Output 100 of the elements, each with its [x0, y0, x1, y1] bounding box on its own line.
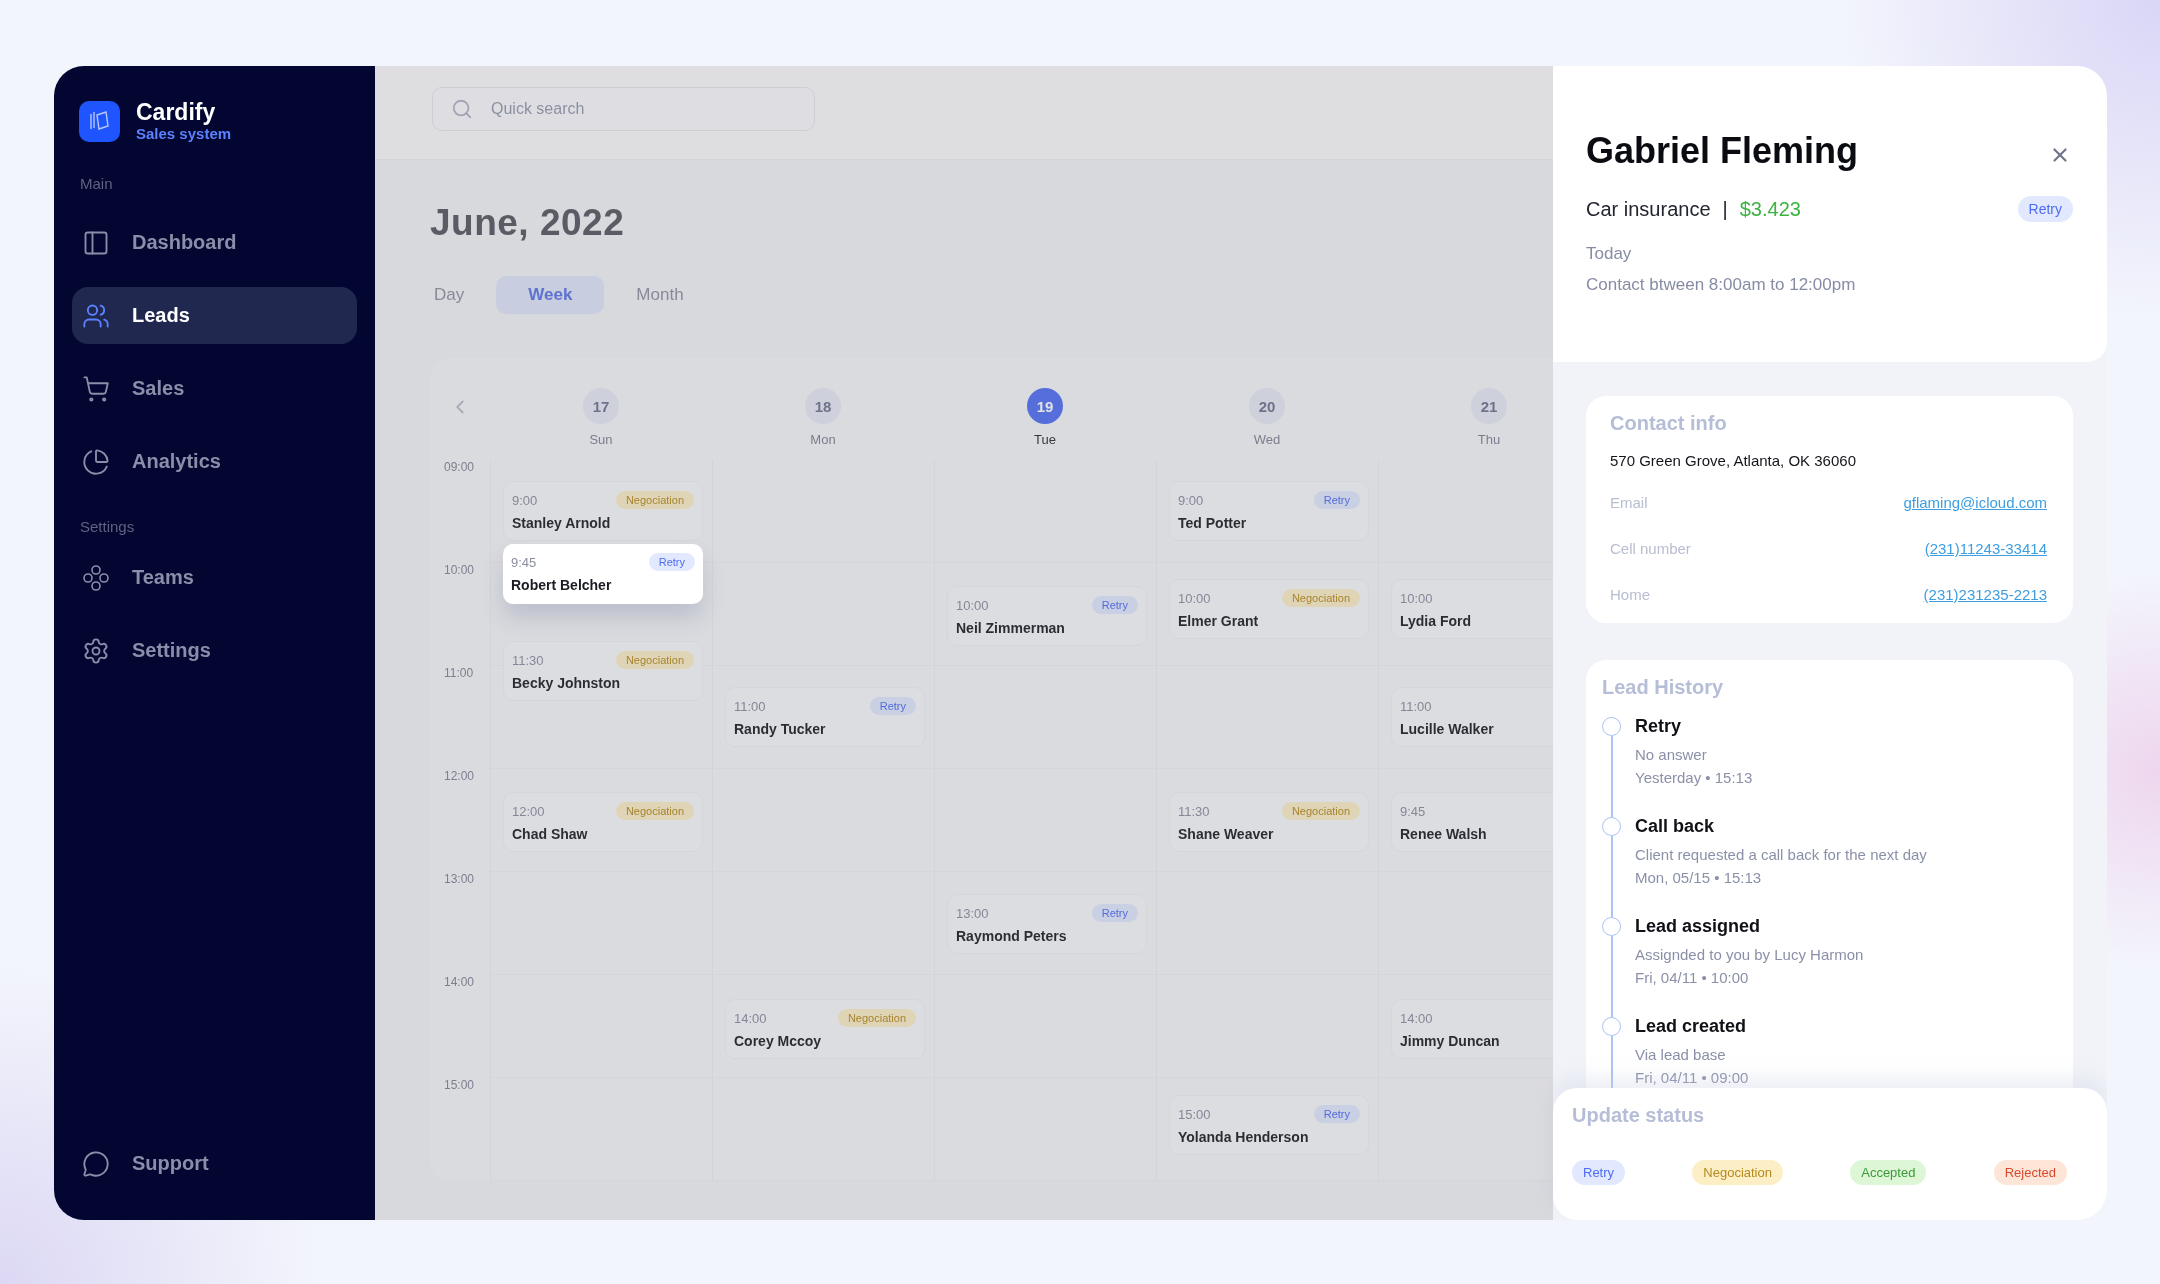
entry-time: Mon, 05/15 • 15:13 [1635, 869, 1763, 886]
search-icon [451, 98, 473, 120]
entry-detail: Via lead base [1635, 1046, 1727, 1063]
deal-amount: $3.423 [1739, 197, 1801, 221]
sidebar-item[interactable]: Sales [72, 360, 357, 417]
contact-day: Today [1586, 244, 2073, 264]
event-card[interactable]: 10:00 Retry Neil Zimmerman [947, 586, 1147, 646]
day-number[interactable]: 21 [1471, 388, 1507, 424]
day-number[interactable]: 17 [583, 388, 619, 424]
hour-label: 14:00 [443, 975, 476, 991]
entry-time: Fri, 04/11 • 09:00 [1635, 1069, 1749, 1086]
event-card[interactable]: 10:00 Lydia Ford [1391, 579, 1553, 639]
calendar-title: June, 2022 [430, 202, 626, 244]
event-time: 11:00 [734, 698, 766, 714]
event-name: Robert Belcher [511, 577, 613, 593]
day-number[interactable]: 18 [805, 388, 841, 424]
event-name: Lydia Ford [1400, 613, 1473, 629]
entry-title: Retry [1635, 716, 1683, 737]
chat-bubble-icon [82, 1149, 110, 1178]
event-card[interactable]: 11:30 Negociation Shane Weaver [1169, 792, 1369, 852]
event-time: 14:00 [734, 1010, 767, 1026]
entry-time: Fri, 04/11 • 10:00 [1635, 969, 1750, 986]
event-name: Elmer Grant [1178, 613, 1260, 629]
sidebar-item[interactable]: Support [72, 1135, 357, 1192]
sidebar-item[interactable]: Teams [72, 549, 357, 606]
search-field[interactable]: Quick search [489, 99, 796, 119]
event-card[interactable]: 9:45 Renee Walsh [1391, 792, 1553, 852]
hour-label: 10:00 [443, 563, 476, 579]
circles-icon [82, 563, 110, 592]
event-time: 14:00 [1400, 1010, 1433, 1026]
event-card[interactable]: 11:30 Negociation Becky Johnston [503, 641, 703, 701]
event-name: Shane Weaver [1178, 826, 1275, 842]
event-name: Raymond Peters [956, 928, 1068, 944]
pie-chart-icon [82, 447, 110, 476]
event-time: 12:00 [512, 803, 545, 819]
separator: | [1722, 197, 1728, 221]
event-card[interactable]: 9:00 Retry Ted Potter [1169, 481, 1369, 541]
event-card[interactable]: 10:00 Negociation Elmer Grant [1169, 579, 1369, 639]
event-time: 10:00 [956, 597, 989, 613]
event-name: Ted Potter [1178, 515, 1248, 531]
event-name: Renee Walsh [1400, 826, 1488, 842]
info-label: Email [1610, 493, 1648, 511]
hour-label: 12:00 [443, 769, 476, 785]
card-title: Update status [1572, 1104, 1706, 1127]
status-badge: Negociation [615, 491, 694, 509]
event-card[interactable]: 11:00 Retry Randy Tucker [725, 687, 925, 747]
event-time: 11:00 [1400, 698, 1432, 714]
status-badge: Negociation [615, 802, 694, 820]
weekday-label: Wed [1253, 432, 1281, 447]
card-title: Lead History [1602, 676, 1725, 699]
event-name: Stanley Arnold [512, 515, 612, 531]
brand-name: Cardify [136, 99, 217, 125]
hour-label: 11:00 [443, 666, 475, 682]
day-number[interactable]: 19 [1027, 388, 1063, 424]
status-badge: Retry [869, 697, 916, 715]
search-box[interactable]: Quick search [432, 87, 815, 131]
sidebar-item[interactable]: Analytics [72, 433, 357, 490]
hour-label: 13:00 [443, 872, 476, 888]
contact-window: Contact btween 8:00am to 12:00pm [1586, 275, 2073, 295]
entry-detail: Assignded to you by Lucy Harmon [1635, 946, 1864, 963]
status-badge: Retry [1091, 904, 1138, 922]
status-badge: Negociation [837, 1009, 916, 1027]
weekday-label: Sun [589, 432, 613, 447]
entry-detail: Client requested a call back for the next day [1635, 846, 1927, 863]
status-badge: Retry [648, 553, 695, 571]
section-heading: Settings [79, 518, 135, 535]
event-name: Randy Tucker [734, 721, 827, 737]
event-card[interactable]: 9:00 Negociation Stanley Arnold [503, 481, 703, 541]
sidebar-item[interactable]: Dashboard [72, 214, 357, 271]
event-card[interactable]: 11:00 Lucille Walker [1391, 687, 1553, 747]
status-badge: Retry [1313, 491, 1360, 509]
event-card[interactable]: 14:00 Jimmy Duncan [1391, 999, 1553, 1059]
event-card[interactable]: 15:00 Retry Yolanda Henderson [1169, 1095, 1369, 1155]
event-name: Becky Johnston [512, 675, 622, 691]
status-button[interactable]: Accepted [1850, 1160, 1927, 1185]
event-card[interactable]: 14:00 Negociation Corey Mccoy [725, 999, 925, 1059]
event-name: Chad Shaw [512, 826, 589, 842]
event-name: Lucille Walker [1400, 721, 1495, 737]
day-number[interactable]: 20 [1249, 388, 1285, 424]
entry-title: Call back [1635, 816, 1716, 837]
event-time: 10:00 [1400, 590, 1433, 606]
event-name: Neil Zimmerman [956, 620, 1066, 636]
status-button[interactable]: Rejected [1993, 1160, 2067, 1185]
event-card[interactable]: 9:45 Retry Robert Belcher [503, 544, 703, 604]
weekday-label: Tue [1034, 432, 1056, 447]
hour-label: 15:00 [443, 1078, 476, 1094]
status-badge: Negociation [1281, 802, 1360, 820]
logo-icon [79, 100, 120, 142]
weekday-label: Thu [1477, 432, 1501, 447]
event-card[interactable]: 13:00 Retry Raymond Peters [947, 894, 1147, 954]
sidebar-item[interactable]: Leads [72, 287, 357, 344]
section-heading: Main [79, 175, 113, 192]
event-name: Corey Mccoy [734, 1033, 823, 1049]
status-button[interactable]: Retry [1572, 1160, 1626, 1185]
event-time: 9:00 [512, 492, 538, 508]
sidebar-item[interactable]: Settings [72, 622, 357, 679]
event-card[interactable]: 12:00 Negociation Chad Shaw [503, 792, 703, 852]
card-title: Contact info [1610, 412, 1728, 435]
entry-title: Lead assigned [1635, 916, 1762, 937]
entry-detail: No answer [1635, 746, 1708, 763]
